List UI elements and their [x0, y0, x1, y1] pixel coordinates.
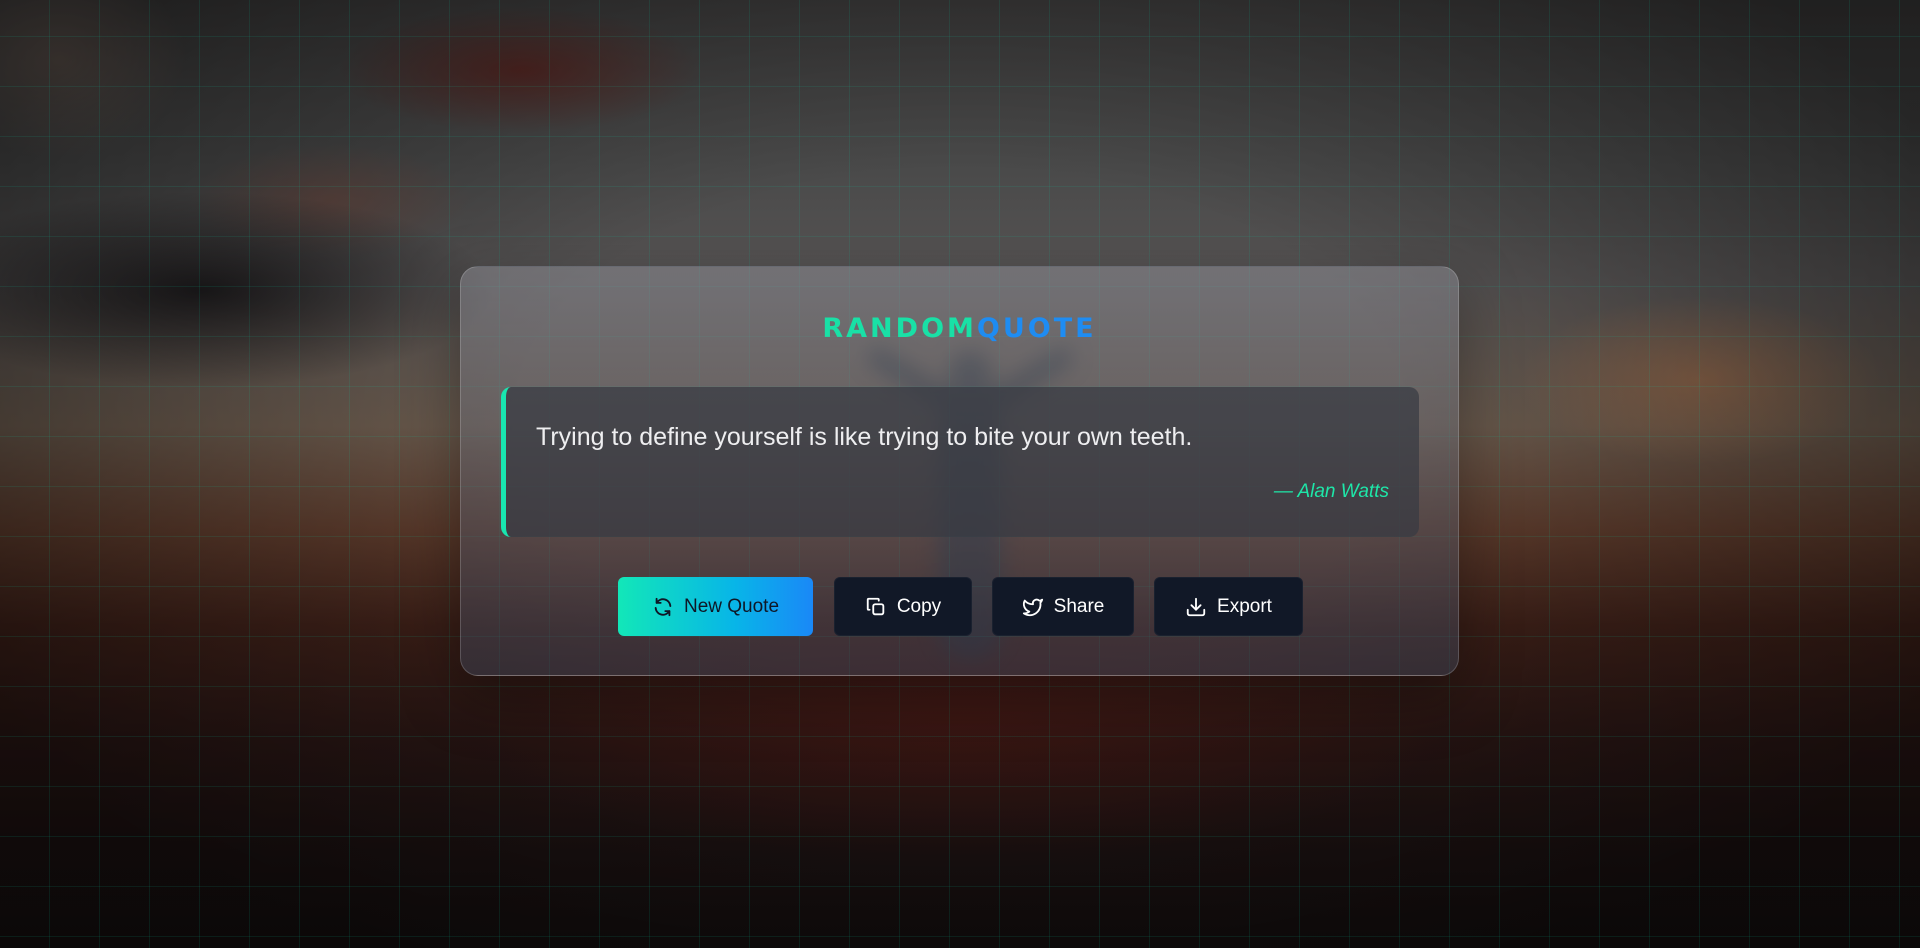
quote-text: Trying to define yourself is like trying… [536, 423, 1193, 451]
share-label: Share [1053, 595, 1105, 617]
share-button[interactable]: Share [992, 577, 1134, 636]
copy-button[interactable]: Copy [834, 577, 972, 636]
action-bar: New Quote Copy Share Export [461, 577, 1458, 637]
app-logo: RANDOMQUOTE [461, 313, 1458, 345]
refresh-icon [652, 596, 674, 618]
logo-random: RANDOM [822, 313, 977, 344]
twitter-icon [1022, 596, 1044, 618]
logo-quote: QUOTE [976, 313, 1097, 344]
copy-label: Copy [896, 595, 942, 617]
quote-box: Trying to define yourself is like trying… [501, 387, 1419, 537]
new-quote-button[interactable]: New Quote [618, 577, 813, 636]
quote-card: RANDOMQUOTE Trying to define yourself is… [460, 266, 1459, 676]
export-button[interactable]: Export [1154, 577, 1303, 636]
quote-author: — Alan Watts [1273, 481, 1389, 502]
copy-icon [865, 596, 887, 618]
new-quote-label: New Quote [683, 595, 780, 617]
download-icon [1185, 596, 1207, 618]
export-label: Export [1217, 595, 1272, 617]
